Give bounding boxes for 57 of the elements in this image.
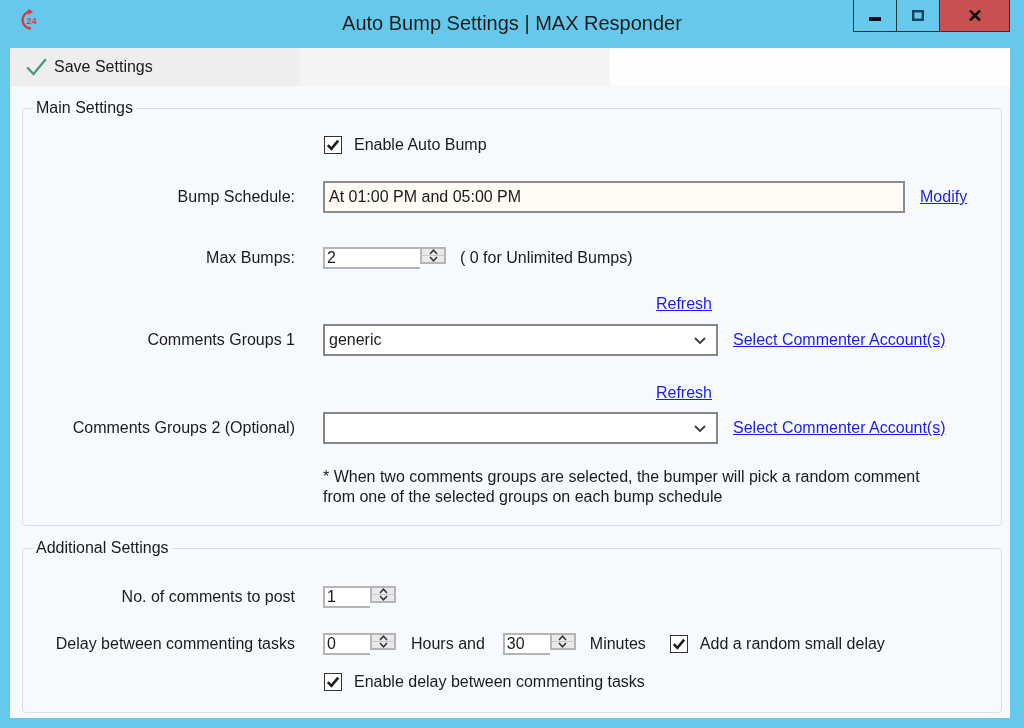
chevron-down-icon	[694, 336, 706, 344]
chevron-down-icon	[694, 424, 706, 432]
select-accounts-link[interactable]: Select Commenter Account(s)	[733, 330, 946, 350]
app-logo: 24	[18, 9, 42, 31]
chevron-up-icon	[428, 249, 438, 255]
field-label: Delay between commenting tasks	[54, 633, 295, 654]
save-button[interactable]: Save Settings	[23, 55, 156, 79]
number-field[interactable]: 0	[323, 632, 370, 655]
unit-label: Hours and	[411, 633, 485, 654]
dropdown[interactable]: generic	[323, 324, 718, 356]
close-icon	[968, 10, 981, 21]
field-label: Comments Groups 1	[146, 330, 295, 350]
window-title: Auto Bump Settings | MAX Responder	[342, 11, 682, 36]
spin-down-button[interactable]	[420, 255, 446, 264]
number-field[interactable]: 30	[502, 632, 550, 655]
minimize-icon	[869, 16, 881, 21]
modify-link[interactable]: Modify	[920, 187, 968, 207]
group-title: Additional Settings	[35, 538, 170, 558]
hint-text: ( 0 for Unlimited Bumps)	[460, 248, 633, 268]
chevron-down-icon	[428, 256, 438, 262]
checkbox-label: Add a random small delay	[699, 633, 885, 654]
unit-label: Minutes	[589, 633, 646, 654]
checkbox[interactable]	[324, 673, 342, 691]
refresh-link[interactable]: Refresh	[655, 294, 712, 314]
note-text: * When two comments groups are selected, the bumper will pick a random comment from one of the selected groups on each bump schedule	[323, 467, 921, 507]
select-accounts-link[interactable]: Select Commenter Account(s)	[733, 418, 946, 438]
chevron-up-icon	[558, 634, 568, 641]
chevron-up-icon	[378, 634, 388, 641]
minimize-button[interactable]	[853, 0, 897, 32]
close-button[interactable]	[940, 0, 1010, 32]
checkbox[interactable]	[324, 136, 342, 154]
chevron-down-icon	[378, 641, 388, 648]
refresh-link[interactable]: Refresh	[655, 383, 712, 403]
checkbox[interactable]	[669, 634, 688, 653]
number-field[interactable]: 1	[323, 585, 370, 608]
field-label: Bump Schedule:	[176, 187, 295, 207]
spin-down-button[interactable]	[370, 640, 396, 650]
dropdown[interactable]	[323, 412, 718, 444]
field-label: Comments Groups 2 (Optional)	[71, 418, 295, 438]
field-label: Max Bumps:	[205, 248, 295, 268]
chevron-down-icon	[378, 594, 388, 601]
spin-up-button[interactable]	[370, 585, 396, 594]
checkmark-icon	[26, 58, 47, 76]
spin-down-button[interactable]	[549, 640, 576, 650]
chevron-down-icon	[558, 641, 568, 648]
chevron-up-icon	[378, 587, 388, 594]
spin-up-button[interactable]	[549, 632, 576, 641]
group-title: Main Settings	[35, 98, 134, 118]
checkbox-label: Enable Auto Bump	[354, 135, 487, 155]
maximize-icon	[912, 10, 924, 21]
number-field[interactable]: 2	[323, 247, 420, 269]
text-field[interactable]: At 01:00 PM and 05:00 PM	[323, 181, 905, 213]
field-label: No. of comments to post	[120, 586, 295, 607]
spin-down-button[interactable]	[370, 593, 396, 603]
checkbox-label: Enable delay between commenting tasks	[354, 672, 645, 692]
spin-up-button[interactable]	[420, 247, 446, 255]
spin-up-button[interactable]	[370, 632, 396, 641]
